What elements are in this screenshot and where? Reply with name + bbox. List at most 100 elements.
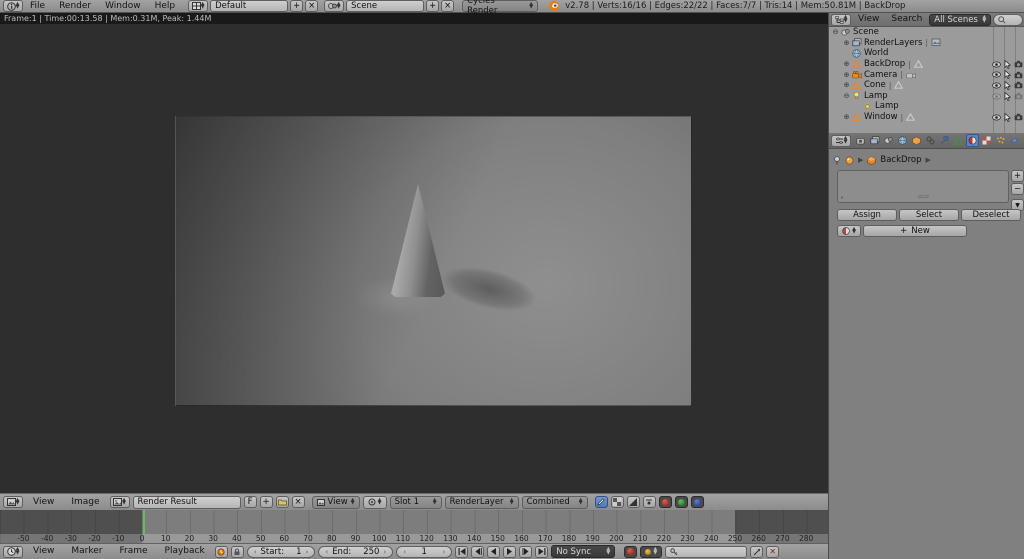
toggle-selectability-cursor-icon[interactable] [1003,113,1012,122]
outliner-search-input[interactable] [993,14,1023,26]
green-channel-button[interactable] [675,496,688,508]
new-material-button[interactable]: + New [863,225,967,237]
scene-name-field[interactable]: Scene [346,0,424,12]
alpha-checker-button[interactable] [611,496,624,508]
expander-icon[interactable]: ⊕ [842,39,851,47]
scene-browse-button[interactable]: ▲▼ [324,0,344,12]
expander-icon[interactable]: ⊕ [842,60,851,68]
sample-line-button[interactable] [643,496,656,508]
draw-mode-button[interactable] [595,496,608,508]
outliner-item[interactable]: ⊕ RenderLayers | [829,38,1024,49]
add-slot-button[interactable]: + [1011,170,1024,182]
image-browse-button[interactable]: ▲▼ [110,496,130,508]
menu-render[interactable]: Render [52,0,98,13]
expander-icon[interactable]: ⊖ [842,92,851,100]
material-slot-list[interactable]: ▸ == [837,170,1009,203]
pivot-button[interactable]: ▲▼ [363,496,387,509]
toggle-selectability-cursor-icon[interactable] [1003,60,1012,69]
play-reverse-button[interactable] [487,546,500,558]
render-layers-tab[interactable] [868,134,881,147]
expander-icon[interactable]: ⊕ [842,81,851,89]
render-layer-dropdown[interactable]: RenderLayer▲▼ [445,496,519,509]
image-name-field[interactable]: Render Result [133,496,241,509]
add-scene-button[interactable]: + [426,0,439,12]
mesh-data-breadcrumb-icon[interactable] [867,156,876,165]
timeline-strip[interactable]: -50-40-30-20-100102030405060708090100110… [0,510,828,543]
preview-range-button[interactable] [215,546,228,558]
toggle-visibility-eye-icon[interactable] [992,92,1001,101]
render-result-viewport[interactable] [175,116,692,406]
playhead[interactable] [143,510,145,534]
delete-scene-button[interactable]: × [441,0,454,12]
toggle-renderability-camera-restrict-icon[interactable] [1014,113,1023,122]
outliner-item[interactable]: ⊕ Camera | [829,69,1024,80]
editor-type-selector[interactable]: ▲▼ [831,135,851,147]
breadcrumb-object-name[interactable]: BackDrop [880,155,921,165]
resize-grip[interactable]: == [917,192,928,201]
expander-icon[interactable]: ⊕ [842,71,851,79]
toggle-renderability-camera-restrict-icon[interactable] [1014,60,1023,69]
toggle-visibility-eye-icon[interactable] [992,81,1001,90]
screen-layout-name-field[interactable]: Default [210,0,288,12]
physics-tab[interactable] [1008,134,1021,147]
ramp-button[interactable] [627,496,640,508]
menu-marker[interactable]: Marker [64,545,109,558]
delete-keyframe-button[interactable]: ✕ [766,546,779,558]
menu-help[interactable]: Help [148,0,183,13]
toggle-visibility-eye-icon[interactable] [992,113,1001,122]
assign-button[interactable]: Assign [837,209,897,221]
menu-view[interactable]: View [26,545,61,558]
menu-image[interactable]: Image [64,496,106,509]
timeline-ruler[interactable]: -50-40-30-20-100102030405060708090100110… [0,534,828,543]
outliner-item[interactable]: ⊕ Window | [829,112,1024,123]
auto-keyframe-button[interactable]: ▲▼ [640,546,662,558]
expander-icon[interactable]: ⊕ [842,113,851,121]
select-button[interactable]: Select [899,209,959,221]
current-frame-field[interactable]: ‹1› [396,546,452,558]
outliner-filter-dropdown[interactable]: All Scenes▲▼ [929,14,991,26]
object-icon[interactable] [845,156,854,165]
toggle-selectability-cursor-icon[interactable] [1003,92,1012,101]
toggle-renderability-camera-restrict-icon[interactable] [1014,70,1023,79]
object-tab[interactable] [910,134,923,147]
next-keyframe-button[interactable] [519,546,532,558]
outliner-item[interactable]: ⊕ Cone | [829,80,1024,91]
jump-to-start-button[interactable] [455,546,468,558]
open-image-button[interactable] [276,496,289,508]
material-tab[interactable] [966,134,979,147]
world-tab[interactable] [896,134,909,147]
menu-search[interactable]: Search [886,13,927,26]
menu-file[interactable]: File [23,0,52,13]
outliner-item[interactable]: ⊖ Scene [829,27,1024,38]
menu-view[interactable]: View [26,496,61,509]
particles-tab[interactable] [994,134,1007,147]
toggle-selectability-cursor-icon[interactable] [1003,81,1012,90]
add-layout-button[interactable]: + [290,0,303,12]
jump-to-end-button[interactable] [535,546,548,558]
blue-channel-button[interactable] [691,496,704,508]
editor-type-selector[interactable]: ▲▼ [3,546,23,558]
display-view-dropdown[interactable]: View ▲▼ [312,496,360,509]
toggle-visibility-eye-icon[interactable] [992,70,1001,79]
prev-keyframe-button[interactable] [471,546,484,558]
toggle-renderability-camera-restrict-icon[interactable] [1014,92,1023,101]
record-button[interactable] [624,546,637,558]
screen-layout-browse-button[interactable]: ▲▼ [188,0,208,12]
expander-icon[interactable]: ⊖ [831,28,840,36]
keying-set-field[interactable] [665,546,747,558]
render-slot-dropdown[interactable]: Slot 1▲▼ [390,496,442,509]
insert-keyframe-button[interactable] [750,546,763,558]
scene-tab[interactable] [882,134,895,147]
red-channel-button[interactable] [659,496,672,508]
delete-layout-button[interactable]: × [305,0,318,12]
render-pass-dropdown[interactable]: Combined▲▼ [522,496,588,509]
data-tab[interactable] [952,134,965,147]
outliner-item[interactable]: World [829,48,1024,59]
deselect-button[interactable]: Deselect [961,209,1021,221]
fake-user-button[interactable]: F [244,496,257,508]
toggle-selectability-cursor-icon[interactable] [1003,70,1012,79]
play-button[interactable] [503,546,516,558]
toggle-visibility-eye-icon[interactable] [992,60,1001,69]
unlink-image-button[interactable]: × [292,496,305,508]
menu-frame[interactable]: Frame [112,545,154,558]
